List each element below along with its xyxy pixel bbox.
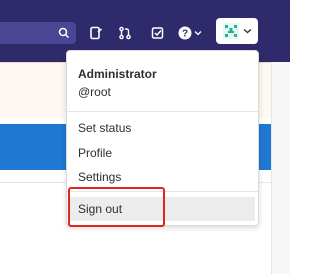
sign-out-highlight xyxy=(68,187,165,227)
chevron-down-icon xyxy=(243,28,251,34)
svg-text:?: ? xyxy=(182,29,188,40)
avatar-icon xyxy=(222,23,239,39)
search-field[interactable] xyxy=(0,22,76,44)
todo-icon[interactable] xyxy=(85,22,107,44)
user-name: Administrator xyxy=(78,67,157,81)
user-avatar-button[interactable] xyxy=(216,18,258,44)
search-icon xyxy=(58,27,70,39)
menu-item-set-status[interactable]: Set status xyxy=(67,116,258,140)
right-sidebar-gutter xyxy=(272,62,290,274)
page: ? Administrator @root Set status Profile… xyxy=(0,0,290,274)
menu-item-profile[interactable]: Profile xyxy=(67,141,258,165)
chevron-down-icon xyxy=(194,31,202,36)
merge-request-icon[interactable] xyxy=(114,22,136,44)
help-icon: ? xyxy=(178,26,192,40)
help-dropdown[interactable]: ? xyxy=(178,22,208,44)
user-handle: @root xyxy=(78,85,111,99)
menu-item-settings[interactable]: Settings xyxy=(67,165,258,189)
issues-icon[interactable] xyxy=(147,22,169,44)
menu-divider xyxy=(67,111,258,112)
